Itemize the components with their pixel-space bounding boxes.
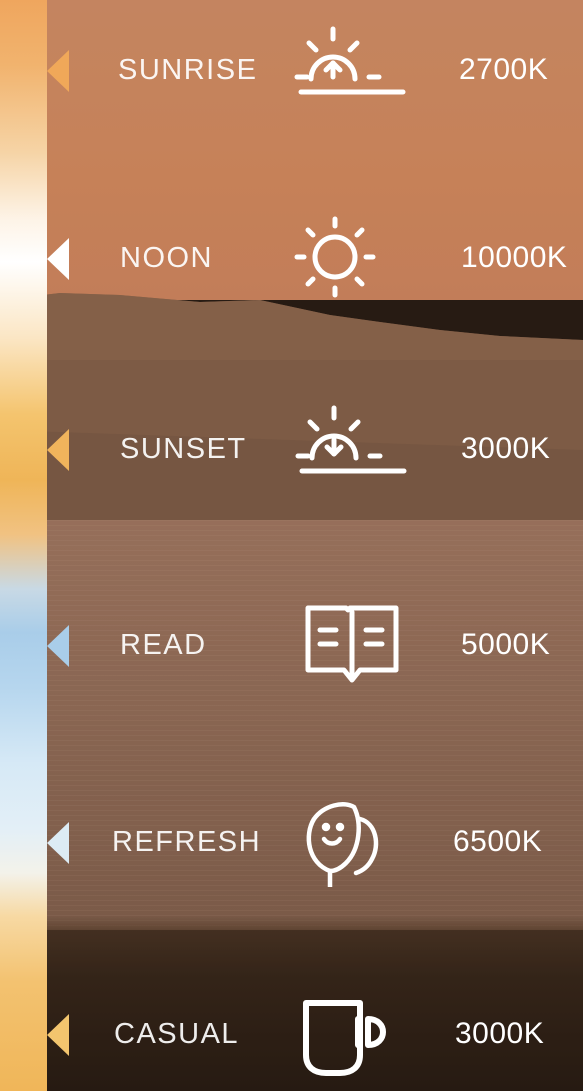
coffee-cup-icon: [296, 989, 416, 1079]
color-temperature-strip: [0, 0, 47, 1091]
sun-icon: [287, 213, 407, 303]
mode-row-read[interactable]: READ 5000K: [0, 580, 583, 700]
mode-label-noon: NOON: [120, 242, 213, 274]
mode-value-noon: 10000K: [461, 241, 568, 274]
mode-label-refresh: REFRESH: [112, 826, 262, 858]
mode-row-casual[interactable]: CASUAL 3000K: [0, 969, 583, 1089]
background-tint: [0, 0, 583, 1091]
mode-label-sunrise: SUNRISE: [118, 54, 258, 86]
mode-value-refresh: 6500K: [453, 825, 543, 858]
mode-label-read: READ: [120, 629, 207, 661]
mode-label-casual: CASUAL: [114, 1018, 240, 1050]
mode-row-sunset[interactable]: SUNSET 3000K: [0, 384, 583, 504]
mode-value-sunrise: 2700K: [459, 53, 549, 86]
mode-value-casual: 3000K: [455, 1017, 545, 1050]
sunset-icon: [292, 404, 412, 494]
sunrise-icon: [291, 25, 411, 115]
mode-label-sunset: SUNSET: [120, 433, 247, 465]
marker-casual: [47, 1014, 69, 1056]
mode-value-sunset: 3000K: [461, 432, 551, 465]
marker-noon: [47, 238, 69, 280]
open-book-icon: [300, 600, 420, 690]
marker-read: [47, 625, 69, 667]
mode-value-read: 5000K: [461, 628, 551, 661]
marker-sunset: [47, 429, 69, 471]
mode-row-noon[interactable]: NOON 10000K: [0, 193, 583, 313]
mode-row-sunrise[interactable]: SUNRISE 2700K: [0, 5, 583, 125]
mode-row-refresh[interactable]: REFRESH 6500K: [0, 777, 583, 897]
lighting-mode-screen: SUNRISE 2700K NOON 10000K SUNSET 3000K R…: [0, 0, 583, 1091]
marker-sunrise: [47, 50, 69, 92]
leaf-icon: [300, 797, 420, 887]
marker-refresh: [47, 822, 69, 864]
